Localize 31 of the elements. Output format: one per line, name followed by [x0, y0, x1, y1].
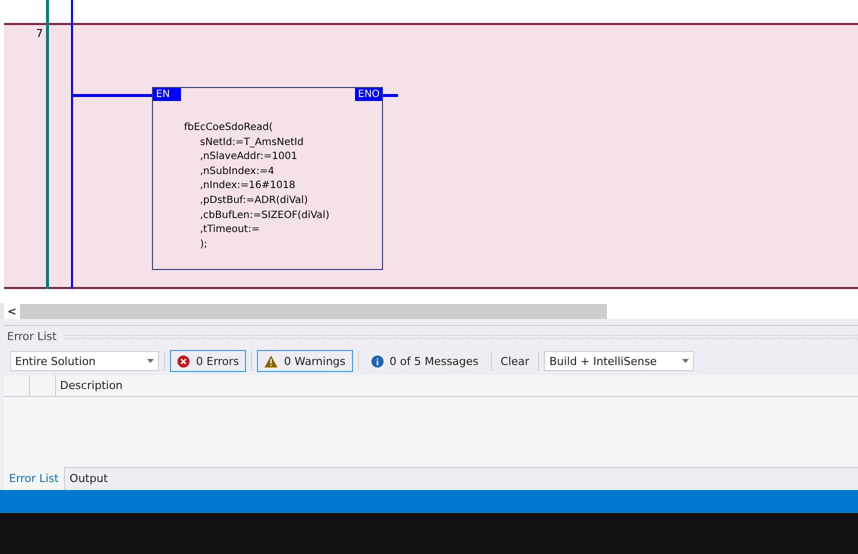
error-icon	[177, 354, 190, 368]
scope-dropdown[interactable]: Entire Solution	[10, 351, 159, 371]
code-line: ,tTimeout:=	[199, 223, 261, 238]
panel-title: Error List	[7, 330, 57, 343]
code-line: );	[199, 238, 208, 252]
rung-number: 7	[36, 27, 43, 40]
scroll-left-arrow[interactable]: <	[4, 304, 20, 318]
code-line: ,nSubIndex:=4	[199, 164, 276, 179]
clear-button[interactable]: Clear	[496, 350, 534, 372]
eno-pin: ENO	[355, 88, 382, 101]
filter-toggle[interactable]: 0 of 5 Messages	[364, 350, 486, 372]
dropdown-caret-icon	[682, 359, 690, 363]
code-line: ,pDstBuf:=ADR(diVal)	[199, 194, 309, 208]
code-line: ,nIndex:=16#1018	[199, 179, 296, 194]
filter-toggle[interactable]: 0 Errors	[170, 350, 246, 372]
dropdown-caret-icon	[147, 359, 154, 363]
source-dropdown[interactable]: Build + IntelliSense	[544, 351, 694, 371]
en-pin: EN	[153, 88, 181, 101]
scrollbar-thumb[interactable]	[20, 304, 607, 318]
code-line: fbEcCoeSdoRead(	[184, 121, 274, 135]
column-title[interactable]: Description	[56, 375, 123, 396]
code-line: ,nSlaveAddr:=1001	[199, 150, 298, 164]
code-line: sNetId:=T_AmsNetId	[199, 136, 305, 150]
info-icon	[370, 354, 384, 368]
panel-tab[interactable]: Error List	[4, 467, 65, 490]
output-wire	[383, 94, 398, 97]
warning-icon	[264, 354, 278, 368]
filter-toggle[interactable]: 0 Warnings	[257, 350, 352, 372]
function-block[interactable]: EN ENO fbEcCoeSdoRead( sNetId:=T_AmsNetId ,nSlaveAddr:=1001 ,nSubIndex:=4 ,nIndex:=16#1018 ,pDstBuf:=ADR(diVal) ,cbBufLen:=SIZEOF(diVal) ,tTimeout:= );	[152, 87, 383, 270]
code-line: ,cbBufLen:=SIZEOF(diVal)	[199, 208, 330, 223]
panel-tab[interactable]: Output	[64, 467, 113, 490]
